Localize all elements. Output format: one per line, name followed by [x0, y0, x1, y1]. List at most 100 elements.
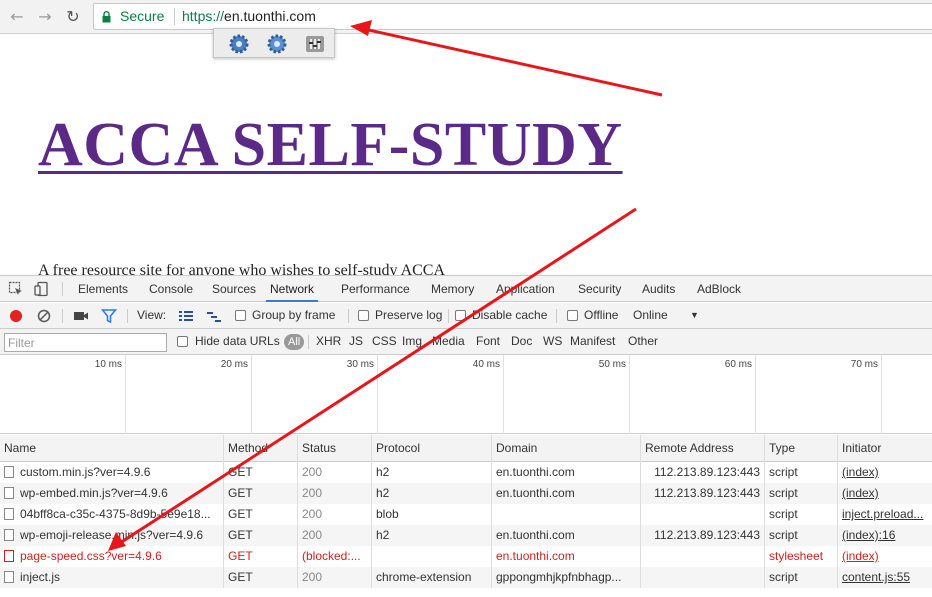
request-name-cell[interactable]: wp-emoji-release.min.js?ver=4.9.6 — [0, 525, 224, 546]
status-cell: 200 — [298, 504, 372, 525]
domain-cell: en.tuonthi.com — [492, 483, 641, 504]
column-header-method[interactable]: Method — [224, 435, 298, 462]
request-name: wp-emoji-release.min.js?ver=4.9.6 — [20, 528, 204, 542]
chevron-down-icon[interactable]: ▼ — [690, 310, 699, 320]
table-row[interactable]: wp-embed.min.js?ver=4.9.6 GET 200 h2 en.… — [0, 483, 932, 504]
hide-data-urls-checkbox[interactable] — [177, 336, 188, 347]
forward-arrow-icon[interactable]: → — [35, 7, 55, 27]
column-header-initiator[interactable]: Initiator — [838, 435, 932, 462]
domain-cell: en.tuonthi.com — [492, 525, 641, 546]
type-filter-doc[interactable]: Doc — [511, 334, 532, 348]
tab-application[interactable]: Application — [496, 276, 555, 302]
tab-console[interactable]: Console — [149, 276, 193, 302]
site-title-link[interactable]: ACCA SELF-STUDY — [38, 110, 623, 181]
group-by-frame-checkbox[interactable] — [235, 310, 246, 321]
tab-network[interactable]: Network — [266, 276, 319, 302]
initiator-link[interactable]: (index):16 — [838, 525, 932, 546]
table-row[interactable]: inject.js GET 200 chrome-extension gppon… — [0, 567, 932, 588]
waterfall-overview-icon[interactable] — [206, 308, 222, 324]
table-row[interactable]: 04bff8ca-c35c-4375-8d9b-5e9e18... GET 20… — [0, 504, 932, 525]
remote-address-cell — [641, 504, 765, 525]
type-filter-ws[interactable]: WS — [543, 334, 562, 348]
timeline-tick — [125, 355, 126, 434]
tab-security[interactable]: Security — [578, 276, 621, 302]
column-header-protocol[interactable]: Protocol — [372, 435, 492, 462]
filter-icon[interactable] — [101, 308, 117, 324]
reload-icon[interactable]: ↻ — [63, 7, 83, 27]
type-cell: script — [765, 483, 838, 504]
type-filter-manifest[interactable]: Manifest — [570, 334, 615, 348]
disable-cache-checkbox[interactable] — [455, 310, 466, 321]
throttling-select[interactable]: Online — [633, 308, 668, 322]
request-name-cell[interactable]: 04bff8ca-c35c-4375-8d9b-5e9e18... — [0, 504, 224, 525]
method-cell: GET — [224, 525, 298, 546]
request-name-cell[interactable]: wp-embed.min.js?ver=4.9.6 — [0, 483, 224, 504]
initiator-link[interactable]: content.js:55 — [838, 567, 932, 588]
type-cell: stylesheet — [765, 546, 838, 567]
table-row-error[interactable]: page-speed.css?ver=4.9.6 GET (blocked:..… — [0, 546, 932, 567]
gear-icon[interactable] — [228, 33, 250, 55]
domain-cell: gppongmhjkpfnbhagp... — [492, 567, 641, 588]
file-icon — [4, 508, 14, 520]
url-text[interactable]: https://en.tuonthi.com — [182, 8, 316, 24]
request-name-cell[interactable]: inject.js — [0, 567, 224, 588]
timeline-tick-label: 60 ms — [724, 359, 752, 370]
type-filter-xhr[interactable]: XHR — [316, 334, 341, 348]
toolbar-separator — [348, 309, 349, 323]
tab-audits[interactable]: Audits — [642, 276, 675, 302]
record-icon[interactable] — [8, 308, 24, 324]
filter-input[interactable] — [4, 333, 167, 352]
equalizer-icon[interactable] — [304, 33, 326, 55]
tab-sources[interactable]: Sources — [212, 276, 256, 302]
screenshot: ← → ↻ Secure https://en.tuonthi.com ACCA… — [0, 0, 932, 597]
column-header-status[interactable]: Status — [298, 435, 372, 462]
tab-memory[interactable]: Memory — [431, 276, 474, 302]
type-filter-js[interactable]: JS — [349, 334, 363, 348]
tab-elements[interactable]: Elements — [78, 276, 128, 302]
omnibox-divider — [174, 8, 175, 25]
protocol-cell: h2 — [372, 525, 492, 546]
initiator-link[interactable]: (index) — [838, 462, 932, 483]
type-cell: script — [765, 525, 838, 546]
offline-checkbox[interactable] — [567, 310, 578, 321]
offline-label: Offline — [584, 308, 619, 322]
type-filter-all[interactable]: All — [284, 334, 305, 350]
request-name-cell[interactable]: custom.min.js?ver=4.9.6 — [0, 462, 224, 483]
gear-icon[interactable] — [266, 33, 288, 55]
file-icon — [4, 466, 14, 478]
initiator-link[interactable]: inject.preload... — [838, 504, 932, 525]
status-cell: 200 — [298, 567, 372, 588]
clear-icon[interactable] — [36, 308, 52, 324]
table-row[interactable]: wp-emoji-release.min.js?ver=4.9.6 GET 20… — [0, 525, 932, 546]
status-cell: (blocked:... — [298, 546, 372, 567]
tab-performance[interactable]: Performance — [341, 276, 410, 302]
type-cell: script — [765, 567, 838, 588]
type-filter-font[interactable]: Font — [476, 334, 500, 348]
video-camera-icon[interactable] — [73, 308, 89, 324]
initiator-link[interactable]: (index) — [838, 546, 932, 567]
request-name-cell[interactable]: page-speed.css?ver=4.9.6 — [0, 546, 224, 567]
request-name: inject.js — [20, 570, 61, 584]
type-filter-media[interactable]: Media — [432, 334, 465, 348]
column-header-name[interactable]: Name — [0, 435, 224, 462]
large-rows-icon[interactable] — [178, 308, 194, 324]
column-header-type[interactable]: Type — [765, 435, 838, 462]
back-arrow-icon[interactable]: ← — [7, 7, 27, 27]
type-filter-css[interactable]: CSS — [372, 334, 397, 348]
toolbar-separator — [62, 282, 63, 296]
timeline-tick — [377, 355, 378, 434]
table-row[interactable]: custom.min.js?ver=4.9.6 GET 200 h2 en.tu… — [0, 462, 932, 483]
type-filter-other[interactable]: Other — [628, 334, 658, 348]
address-bar[interactable]: Secure https://en.tuonthi.com — [93, 3, 932, 30]
protocol-cell: chrome-extension — [372, 567, 492, 588]
initiator-link[interactable]: (index) — [838, 483, 932, 504]
preserve-log-checkbox[interactable] — [358, 310, 369, 321]
view-label: View: — [137, 308, 167, 322]
column-header-domain[interactable]: Domain — [492, 435, 641, 462]
type-filter-img[interactable]: Img — [402, 334, 422, 348]
inspect-element-icon[interactable] — [8, 281, 24, 297]
tab-adblock[interactable]: AdBlock — [697, 276, 741, 302]
network-overview-timeline[interactable]: 10 ms 20 ms 30 ms 40 ms 50 ms 60 ms 70 m… — [0, 355, 932, 434]
column-header-remote-address[interactable]: Remote Address — [641, 435, 765, 462]
device-toolbar-icon[interactable] — [34, 281, 50, 297]
